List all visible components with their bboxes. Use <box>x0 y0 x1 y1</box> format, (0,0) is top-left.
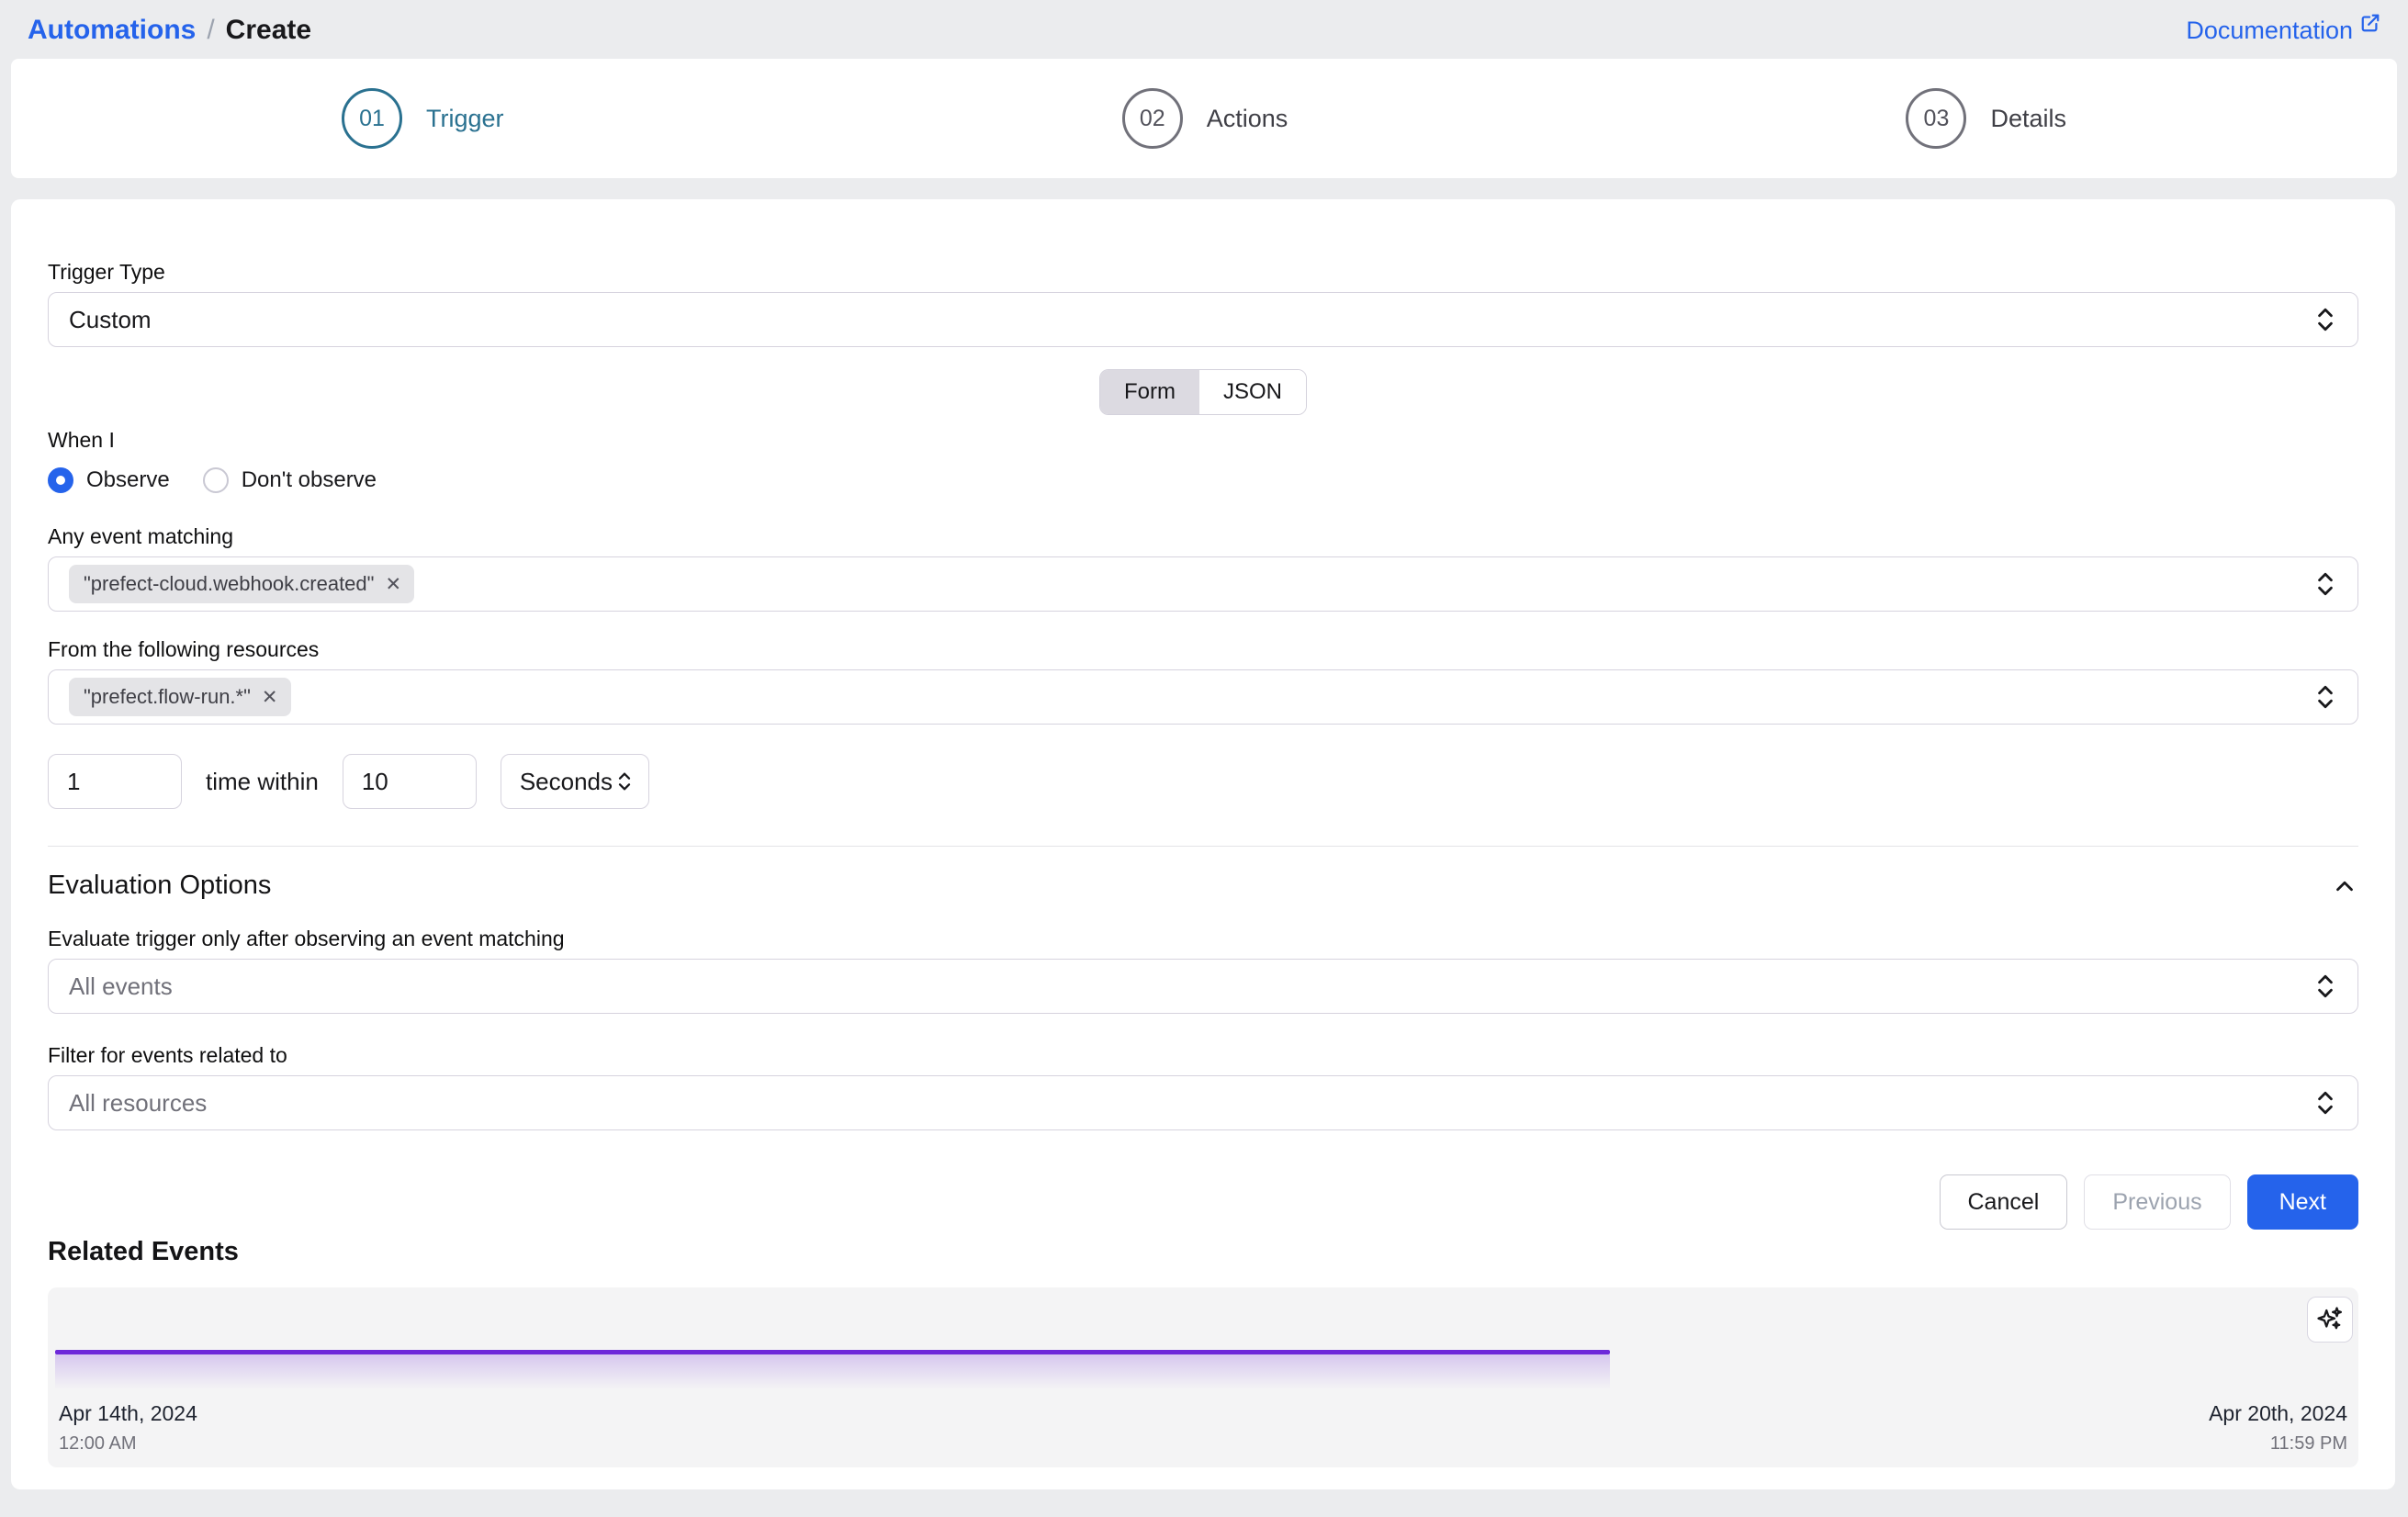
step-details[interactable]: 03 Details <box>1906 88 2066 149</box>
start-date-text: Apr 14th, 2024 <box>59 1401 197 1426</box>
cancel-button[interactable]: Cancel <box>1940 1174 2068 1230</box>
page-title: Create <box>226 15 311 46</box>
radio-observe[interactable]: Observe <box>48 467 170 493</box>
stepper: 01 Trigger 02 Actions 03 Details <box>11 59 2397 178</box>
chevron-updown-icon <box>615 770 634 793</box>
event-matching-select[interactable]: "prefect-cloud.webhook.created" ✕ <box>48 556 2358 612</box>
chevron-updown-icon <box>2313 972 2337 1000</box>
evaluate-after-select[interactable]: All events <box>48 959 2358 1014</box>
breadcrumb: Automations / Create <box>28 15 311 46</box>
start-time-text: 12:00 AM <box>59 1433 197 1455</box>
top-bar: Automations / Create Documentation <box>0 0 2408 59</box>
breadcrumb-automations-link[interactable]: Automations <box>28 15 196 46</box>
sparkles-icon <box>2316 1306 2344 1333</box>
step-trigger-label: Trigger <box>426 105 504 133</box>
trigger-type-value: Custom <box>69 306 152 334</box>
resource-tag-remove-icon[interactable]: ✕ <box>262 688 278 707</box>
time-window-input[interactable] <box>343 754 477 809</box>
filter-events-value: All resources <box>69 1089 207 1118</box>
evaluate-after-label: Evaluate trigger only after observing an… <box>48 927 2358 951</box>
step-actions[interactable]: 02 Actions <box>1122 88 1288 149</box>
form-json-toggle: Form JSON <box>1099 369 1307 415</box>
toggle-form-label: Form <box>1124 379 1176 405</box>
toggle-form-button[interactable]: Form <box>1100 370 1199 414</box>
event-count-line-gradient <box>55 1354 1610 1389</box>
radio-observe-label: Observe <box>86 467 170 493</box>
radio-dont-observe-label: Don't observe <box>242 467 377 493</box>
resource-tag: "prefect.flow-run.*" ✕ <box>69 678 291 716</box>
end-date-text: Apr 20th, 2024 <box>2209 1401 2347 1426</box>
radio-observe-dot[interactable] <box>48 467 73 493</box>
toggle-json-button[interactable]: JSON <box>1199 370 1306 414</box>
time-unit-select[interactable]: Seconds <box>501 754 649 809</box>
breadcrumb-separator: / <box>207 15 214 46</box>
evaluate-after-value: All events <box>69 972 173 1001</box>
external-link-icon <box>2360 13 2380 33</box>
related-events-chart: Apr 14th, 2024 12:00 AM Apr 20th, 2024 1… <box>48 1287 2358 1467</box>
radio-dont-observe[interactable]: Don't observe <box>203 467 377 493</box>
time-unit-value: Seconds <box>520 768 613 796</box>
documentation-link[interactable]: Documentation <box>2186 17 2380 45</box>
step-actions-label: Actions <box>1207 105 1288 133</box>
count-input[interactable] <box>48 754 182 809</box>
chart-options-button[interactable] <box>2307 1297 2353 1343</box>
step-trigger-number: 01 <box>342 88 402 149</box>
resources-label: From the following resources <box>48 637 2358 662</box>
event-matching-label: Any event matching <box>48 524 2358 549</box>
previous-button[interactable]: Previous <box>2084 1174 2230 1230</box>
step-details-number: 03 <box>1906 88 1966 149</box>
time-within-text: time within <box>206 768 319 796</box>
observe-radio-group: Observe Don't observe <box>48 464 2358 497</box>
section-divider <box>48 846 2358 847</box>
collapse-section-button[interactable] <box>2331 872 2358 900</box>
chevron-updown-icon <box>2313 683 2337 711</box>
step-details-label: Details <box>1990 105 2066 133</box>
radio-dont-observe-dot[interactable] <box>203 467 229 493</box>
toggle-json-label: JSON <box>1223 379 1282 405</box>
resources-select[interactable]: "prefect.flow-run.*" ✕ <box>48 669 2358 725</box>
chart-end-date: Apr 20th, 2024 11:59 PM <box>2209 1401 2347 1455</box>
documentation-link-label: Documentation <box>2186 17 2353 45</box>
when-i-label: When I <box>48 428 2358 453</box>
filter-events-label: Filter for events related to <box>48 1043 2358 1068</box>
step-trigger[interactable]: 01 Trigger <box>342 88 504 149</box>
event-tag-text: "prefect-cloud.webhook.created" <box>84 572 374 596</box>
step-actions-number: 02 <box>1122 88 1183 149</box>
filter-events-select[interactable]: All resources <box>48 1075 2358 1130</box>
chevron-up-icon <box>2331 872 2358 900</box>
chart-start-date: Apr 14th, 2024 12:00 AM <box>59 1401 197 1455</box>
end-time-text: 11:59 PM <box>2209 1433 2347 1455</box>
chevron-updown-icon <box>2313 570 2337 598</box>
chevron-updown-icon <box>2313 1089 2337 1117</box>
next-button[interactable]: Next <box>2247 1174 2358 1230</box>
evaluation-options-heading: Evaluation Options <box>48 871 271 901</box>
chevron-updown-icon <box>2313 306 2337 333</box>
resource-tag-text: "prefect.flow-run.*" <box>84 685 251 709</box>
event-tag-remove-icon[interactable]: ✕ <box>385 575 401 594</box>
trigger-form-card: Trigger Type Custom Form JSON When I Obs… <box>11 199 2395 1489</box>
trigger-type-select[interactable]: Custom <box>48 292 2358 347</box>
related-events-heading: Related Events <box>48 1237 2358 1267</box>
event-tag: "prefect-cloud.webhook.created" ✕ <box>69 565 414 603</box>
trigger-type-label: Trigger Type <box>48 260 2358 285</box>
